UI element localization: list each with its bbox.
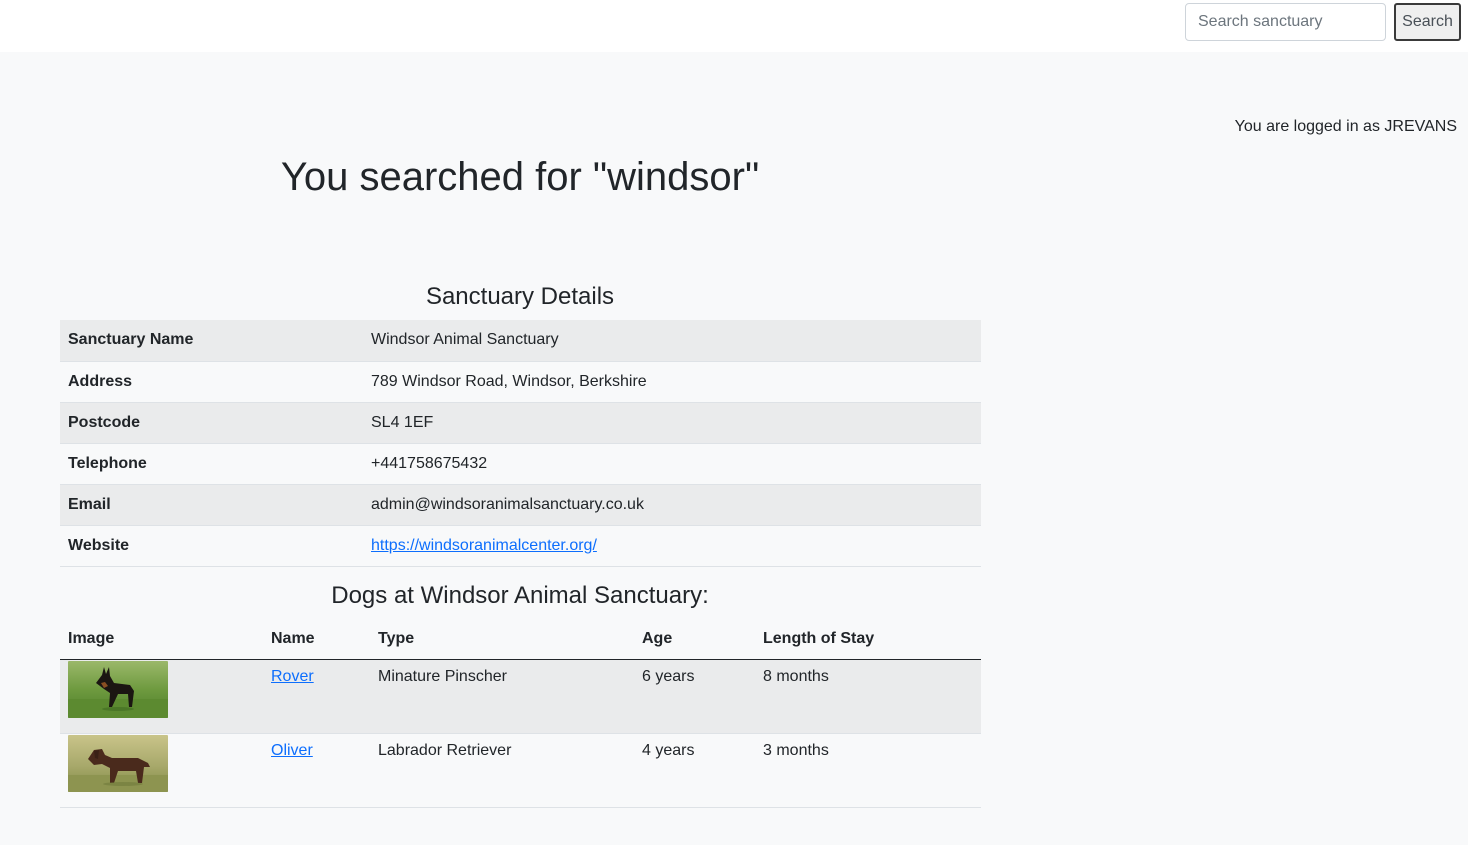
table-row: Oliver Labrador Retriever 4 years 3 mont… — [60, 733, 981, 808]
login-status: You are logged in as JREVANS — [1234, 118, 1457, 135]
details-row-name: Sanctuary Name Windsor Animal Sanctuary — [60, 320, 981, 362]
details-label: Postcode — [60, 402, 363, 444]
column-header-name: Name — [263, 619, 370, 660]
dogs-title: Dogs at Windsor Animal Sanctuary: — [331, 582, 709, 609]
details-label: Address — [60, 361, 363, 403]
email-value: admin@windsoranimalsanctuary.co.uk — [363, 484, 981, 526]
dogs-table: Image Name Type Age Length of Stay Rover… — [60, 619, 981, 808]
column-header-image: Image — [60, 619, 263, 660]
dog-link-oliver[interactable]: Oliver — [271, 742, 313, 759]
details-label: Telephone — [60, 443, 363, 485]
dog-length-of-stay: 3 months — [755, 733, 981, 808]
search-input[interactable] — [1185, 3, 1386, 41]
dog-name-cell: Oliver — [263, 733, 370, 808]
dog-photo-oliver — [68, 734, 168, 792]
sanctuary-name-value: Windsor Animal Sanctuary — [363, 320, 981, 362]
website-link[interactable]: https://windsoranimalcenter.org/ — [371, 537, 597, 554]
details-row-email: Email admin@windsoranimalsanctuary.co.uk — [60, 484, 981, 526]
postcode-value: SL4 1EF — [363, 402, 981, 444]
dog-image-cell — [60, 733, 263, 808]
details-row-address: Address 789 Windsor Road, Windsor, Berks… — [60, 361, 981, 403]
details-row-postcode: Postcode SL4 1EF — [60, 402, 981, 444]
dogs-header-row: Image Name Type Age Length of Stay — [60, 619, 981, 660]
dog-image-cell — [60, 659, 263, 734]
column-header-age: Age — [634, 619, 755, 660]
address-value: 789 Windsor Road, Windsor, Berkshire — [363, 361, 981, 403]
column-header-length-of-stay: Length of Stay — [755, 619, 981, 660]
sanctuary-details-title: Sanctuary Details — [425, 283, 615, 310]
details-label: Sanctuary Name — [60, 320, 363, 362]
page-title: You searched for "windsor" — [280, 155, 760, 199]
column-header-type: Type — [370, 619, 634, 660]
website-cell: https://windsoranimalcenter.org/ — [363, 525, 981, 567]
telephone-value: +441758675432 — [363, 443, 981, 485]
dog-name-cell: Rover — [263, 659, 370, 734]
dog-age: 6 years — [634, 659, 755, 734]
table-row: Rover Minature Pinscher 6 years 8 months — [60, 659, 981, 734]
details-row-website: Website https://windsoranimalcenter.org/ — [60, 525, 981, 567]
details-label: Website — [60, 525, 363, 567]
sanctuary-details-table: Sanctuary Name Windsor Animal Sanctuary … — [60, 320, 981, 567]
top-navbar: Search — [0, 0, 1468, 52]
dog-link-rover[interactable]: Rover — [271, 668, 314, 685]
dog-photo-rover — [68, 660, 168, 718]
details-row-telephone: Telephone +441758675432 — [60, 443, 981, 485]
dog-type: Labrador Retriever — [370, 733, 634, 808]
dog-age: 4 years — [634, 733, 755, 808]
search-button[interactable]: Search — [1394, 3, 1461, 41]
dog-length-of-stay: 8 months — [755, 659, 981, 734]
details-label: Email — [60, 484, 363, 526]
dog-type: Minature Pinscher — [370, 659, 634, 734]
